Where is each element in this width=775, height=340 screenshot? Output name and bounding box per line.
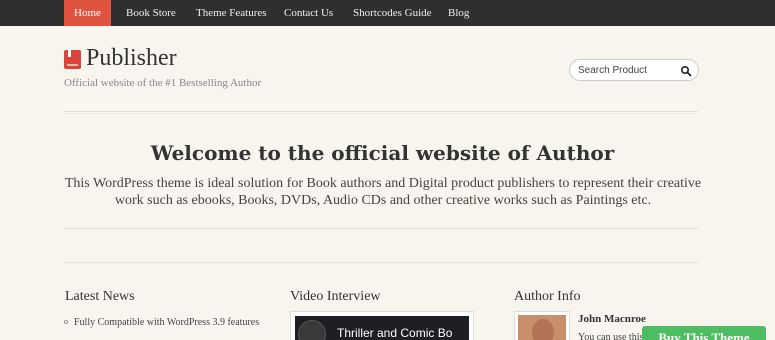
search-box [569, 59, 699, 81]
top-navigation: Home Book Store Theme Features Contact U… [0, 0, 775, 26]
nav-item-blog[interactable]: Blog [448, 0, 469, 26]
avatar [518, 315, 566, 340]
nav-item-book-store[interactable]: Book Store [126, 0, 176, 26]
welcome-divider [64, 228, 698, 229]
news-list: Fully Compatible with WordPress 3.9 feat… [64, 315, 264, 330]
video-player[interactable]: Thriller and Comic Bo [290, 311, 474, 340]
nav-item-shortcodes-guide[interactable]: Shortcodes Guide [353, 0, 432, 26]
section-divider [64, 262, 698, 263]
video-thumbnail[interactable]: Thriller and Comic Bo [295, 316, 469, 340]
search-icon[interactable] [680, 65, 692, 77]
nav-item-home[interactable]: Home [64, 0, 111, 26]
author-photo [514, 311, 570, 340]
author-bio: You can use this [578, 332, 644, 340]
video-title[interactable]: Thriller and Comic Bo [337, 326, 452, 340]
video-channel-avatar [298, 320, 326, 340]
nav-item-contact-us[interactable]: Contact Us [284, 0, 333, 26]
site-tagline: Official website of the #1 Bestselling A… [64, 77, 262, 89]
buy-theme-button[interactable]: Buy This Theme [642, 326, 766, 340]
author-info-title: Author Info [514, 289, 581, 304]
header-divider [64, 111, 698, 114]
welcome-text: This WordPress theme is ideal solution f… [64, 176, 702, 208]
author-name: John Macnroe [578, 313, 646, 325]
site-title[interactable]: Publisher [86, 45, 177, 72]
book-icon[interactable] [64, 50, 81, 69]
nav-item-theme-features[interactable]: Theme Features [196, 0, 267, 26]
search-input[interactable] [578, 63, 674, 78]
video-interview-title: Video Interview [290, 289, 381, 304]
list-item[interactable]: Fully Compatible with WordPress 3.9 feat… [64, 315, 264, 330]
welcome-title: Welcome to the official website of Autho… [150, 141, 615, 165]
latest-news-title: Latest News [65, 289, 135, 304]
